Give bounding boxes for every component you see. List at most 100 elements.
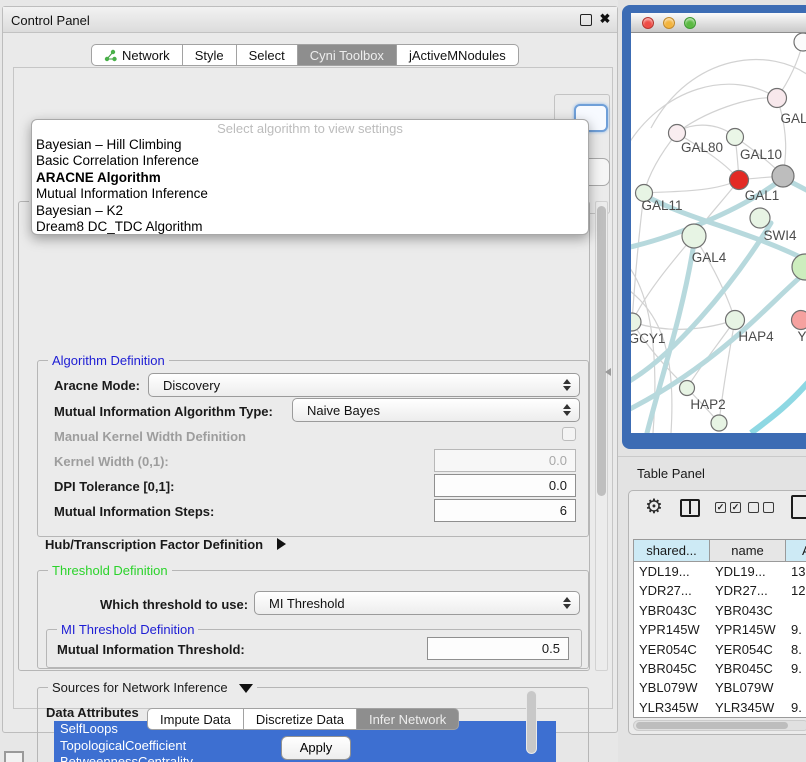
network-node[interactable]	[772, 165, 794, 187]
node-label: GCY1	[631, 331, 665, 346]
which-threshold-value: MI Threshold	[255, 596, 559, 611]
network-node-hap2[interactable]	[680, 381, 695, 396]
tab-cyni-toolbox[interactable]: Cyni Toolbox	[298, 44, 397, 66]
deselect-all-icon[interactable]	[748, 502, 774, 513]
panel-divider-collapse-icon[interactable]	[605, 368, 611, 376]
network-node-y[interactable]	[792, 311, 806, 330]
table-row[interactable]: YLR345WYLR345W9.	[634, 698, 806, 717]
algorithm-option[interactable]: ARACNE Algorithm	[32, 170, 588, 186]
network-node-gal80[interactable]	[669, 125, 686, 142]
node-label: HAP2	[690, 397, 725, 412]
kernel-width-field[interactable]: 0.0	[434, 449, 576, 472]
column-header[interactable]: shared...	[634, 540, 710, 562]
table-row[interactable]: YPR145WYPR145W9.	[634, 620, 806, 639]
network-node[interactable]	[711, 415, 727, 431]
threshold-definition-title: Threshold Definition	[48, 563, 172, 578]
tab-select[interactable]: Select	[237, 44, 298, 66]
tab-label: Impute Data	[160, 712, 231, 727]
table-row[interactable]: YIL052CYIL052C9.	[634, 717, 806, 718]
node-label: GAL80	[681, 140, 723, 155]
tab-label: Select	[249, 48, 285, 63]
expander-expanded-icon	[239, 684, 253, 693]
algorithm-option[interactable]: Dream8 DC_TDC Algorithm	[32, 219, 588, 235]
table-row[interactable]: YBL079WYBL079W	[634, 678, 806, 697]
table-row[interactable]: YER054CYER054C8.	[634, 640, 806, 659]
network-canvas[interactable]: GALGAL80GAL10GAL1GAL11SWI4GAL4GCY1HAP4YH…	[631, 33, 806, 433]
table-cell: YBR043C	[634, 601, 710, 620]
column-layout-icon[interactable]	[680, 499, 700, 517]
network-node[interactable]	[792, 254, 806, 280]
table-cell: YIL052C	[710, 717, 786, 718]
network-node-gal1[interactable]	[730, 171, 749, 190]
table-row[interactable]: YDL19...YDL19...13	[634, 562, 806, 581]
network-node-labels: GALGAL80GAL10GAL1GAL11SWI4GAL4GCY1HAP4YH…	[631, 111, 806, 412]
algorithm-definition-title: Algorithm Definition	[48, 353, 169, 368]
mi-threshold-field[interactable]: 0.5	[427, 637, 569, 660]
table-cell: YBL079W	[634, 678, 710, 697]
network-node-gcy1[interactable]	[631, 313, 641, 331]
which-threshold-label: Which threshold to use:	[100, 597, 248, 612]
manual-kernel-checkbox[interactable]	[562, 427, 576, 441]
table-cell: YDR27...	[710, 581, 786, 600]
gear-icon[interactable]: ⚙	[645, 497, 663, 517]
function-document-icon[interactable]	[791, 495, 806, 519]
column-header[interactable]: A	[786, 540, 806, 562]
attributes-scrollbar[interactable]	[526, 690, 537, 754]
close-icon[interactable]: ✖	[598, 12, 612, 26]
tab-style[interactable]: Style	[183, 44, 237, 66]
network-node[interactable]	[794, 33, 806, 51]
sources-group-title[interactable]: Sources for Network Inference	[48, 680, 257, 695]
aracne-mode-value: Discovery	[149, 378, 559, 393]
table-horizontal-scrollbar[interactable]	[633, 720, 806, 731]
network-edge-cyan	[751, 378, 806, 433]
table-cell: YER054C	[634, 640, 710, 659]
algorithm-option[interactable]: Bayesian – Hill Climbing	[32, 137, 588, 153]
mi-type-label: Mutual Information Algorithm Type:	[54, 404, 273, 419]
column-header[interactable]: name	[710, 540, 786, 562]
node-attribute-table[interactable]: shared...nameA YDL19...YDL19...13YDR27..…	[633, 539, 806, 718]
table-cell: YDL19...	[710, 562, 786, 581]
aracne-mode-select[interactable]: Discovery	[148, 373, 580, 397]
hub-definition-label: Hub/Transcription Factor Definition	[45, 537, 263, 552]
minimized-panel-icon[interactable]	[4, 751, 24, 762]
table-cell: YDL19...	[634, 562, 710, 581]
algorithm-option[interactable]: Mutual Information Inference	[32, 186, 588, 202]
select-all-icon[interactable]: ✓✓	[715, 502, 741, 513]
table-cell: YDR27...	[634, 581, 710, 600]
tab-jactivemnodules[interactable]: jActiveMNodules	[397, 44, 519, 66]
algorithm-option[interactable]: Basic Correlation Inference	[32, 153, 588, 169]
table-row[interactable]: YBR043CYBR043C	[634, 601, 806, 620]
tab-discretize-data[interactable]: Discretize Data	[244, 708, 357, 730]
dpi-tolerance-field[interactable]: 0.0	[434, 474, 576, 497]
apply-button[interactable]: Apply	[281, 736, 351, 760]
table-cell: 9.	[786, 717, 806, 718]
table-toolbar: ⚙ ✓✓	[629, 491, 806, 535]
tab-infer-network[interactable]: Infer Network	[357, 708, 459, 730]
algorithm-option[interactable]: Bayesian – K2	[32, 203, 588, 219]
node-label: SWI4	[763, 228, 796, 243]
mi-type-select[interactable]: Naive Bayes	[292, 398, 580, 422]
expander-collapsed-icon	[277, 538, 286, 550]
table-row[interactable]: YDR27...YDR27...12	[634, 581, 806, 600]
tab-impute-data[interactable]: Impute Data	[147, 708, 244, 730]
which-threshold-select[interactable]: MI Threshold	[254, 591, 580, 615]
table-row[interactable]: YBR045CYBR045C9.	[634, 659, 806, 678]
network-window-titlebar[interactable]	[631, 13, 806, 33]
minimize-traffic-light-icon[interactable]	[663, 17, 675, 29]
network-node-gal4[interactable]	[682, 224, 706, 248]
network-node-gal10[interactable]	[727, 129, 744, 146]
network-node-swi4[interactable]	[750, 208, 770, 228]
network-node-gal[interactable]	[768, 89, 787, 108]
network-node-hap4[interactable]	[726, 311, 745, 330]
float-window-icon[interactable]	[580, 14, 592, 26]
aracne-mode-label: Aracne Mode:	[54, 378, 140, 393]
manual-kernel-label: Manual Kernel Width Definition	[54, 429, 246, 444]
table-cell: YBR045C	[710, 659, 786, 678]
stepper-arrows-icon	[559, 404, 575, 416]
close-traffic-light-icon[interactable]	[642, 17, 654, 29]
tab-network[interactable]: Network	[91, 44, 183, 66]
zoom-traffic-light-icon[interactable]	[684, 17, 696, 29]
settings-vertical-scrollbar[interactable]	[595, 201, 608, 671]
hub-definition-expander[interactable]: Hub/Transcription Factor Definition	[45, 537, 286, 552]
mi-steps-field[interactable]: 6	[434, 499, 576, 522]
